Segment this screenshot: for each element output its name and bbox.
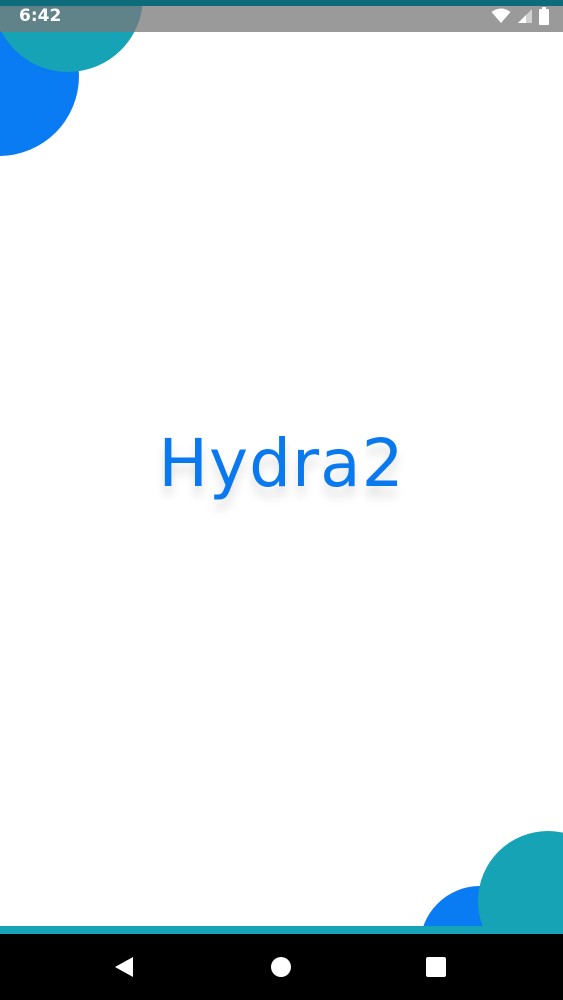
- splash-screen: 6:42 Hydra2: [0, 0, 563, 1000]
- bottom-accent-line: [0, 926, 563, 934]
- status-time: 6:42: [19, 6, 62, 26]
- back-icon: [115, 957, 133, 977]
- app-title: Hydra2: [158, 425, 405, 502]
- signal-icon: [517, 8, 533, 28]
- home-icon: [271, 957, 291, 977]
- status-bar-top-line: [0, 0, 563, 6]
- home-button[interactable]: [268, 954, 294, 980]
- status-icons: [491, 7, 549, 29]
- back-button[interactable]: [111, 954, 137, 980]
- wifi-icon: [491, 8, 511, 28]
- battery-icon: [539, 7, 549, 29]
- recents-icon: [426, 957, 446, 977]
- navigation-bar: [0, 934, 563, 1000]
- recents-button[interactable]: [423, 954, 449, 980]
